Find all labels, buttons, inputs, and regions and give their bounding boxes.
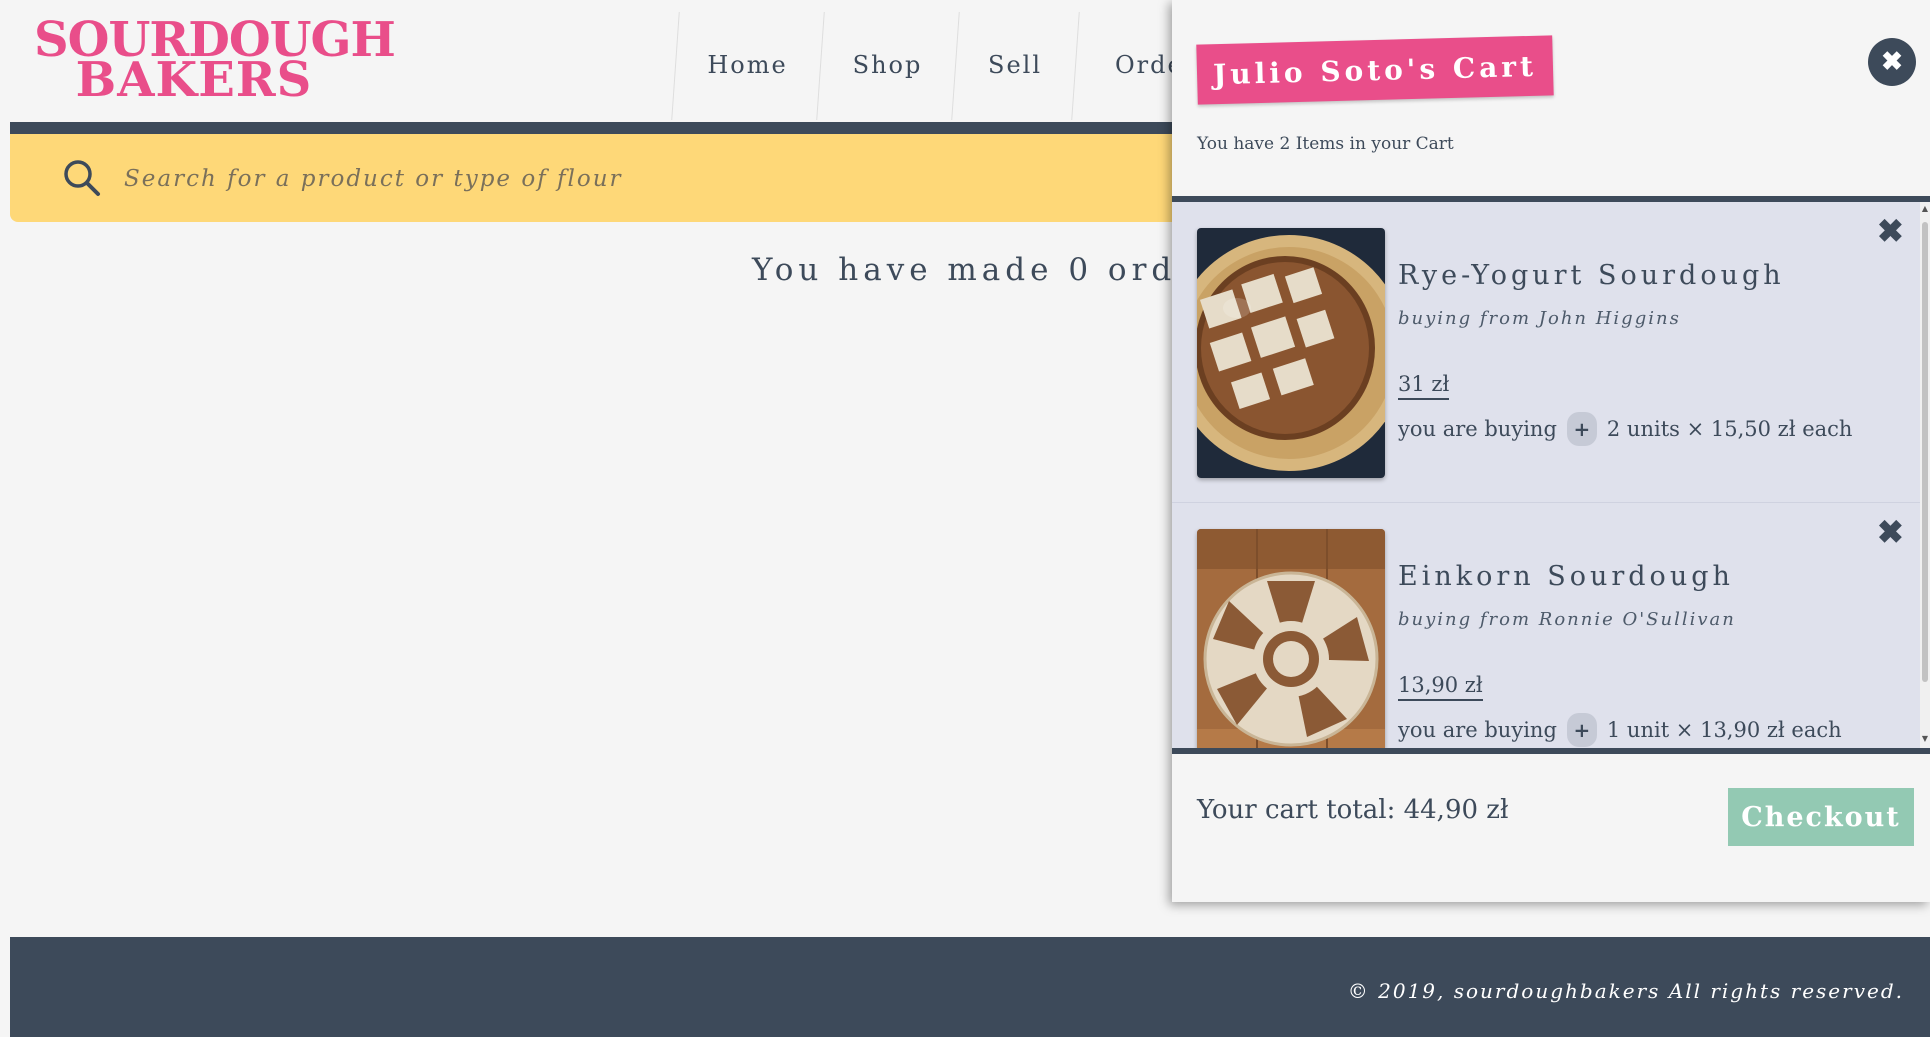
- checkout-button[interactable]: Checkout: [1728, 788, 1914, 846]
- cart-title: Julio Soto's Cart: [1212, 49, 1538, 91]
- cart-scrollbar-thumb[interactable]: [1922, 222, 1928, 682]
- quantity-text: 1 unit × 13,90 zł each: [1606, 718, 1842, 742]
- item-price: 13,90 zł: [1398, 673, 1483, 701]
- footer-copyright: © 2019, sourdoughbakers All rights reser…: [1347, 979, 1904, 1003]
- nav-sell-label: Sell: [988, 51, 1042, 79]
- item-name[interactable]: Rye-Yogurt Sourdough: [1398, 260, 1785, 291]
- cart-item-count: You have 2 Items in your Cart: [1197, 134, 1454, 154]
- scroll-up-icon[interactable]: ▲: [1920, 204, 1930, 214]
- item-quantity-row: you are buying + 1 unit × 13,90 zł each: [1398, 713, 1842, 747]
- item-seller: buying from Ronnie O'Sullivan: [1398, 609, 1736, 630]
- buying-label: you are buying: [1398, 417, 1557, 441]
- buying-label: you are buying: [1398, 718, 1557, 742]
- cart-items-bottom-divider: [1172, 748, 1930, 754]
- nav-home[interactable]: Home: [671, 10, 820, 120]
- cart-item: ✖ Einkorn Sourdough buying from Ronnie O…: [1172, 502, 1920, 748]
- remove-icon[interactable]: ✖: [1877, 515, 1904, 549]
- nav-sell[interactable]: Sell: [951, 10, 1075, 120]
- footer: © 2019, sourdoughbakers All rights reser…: [10, 937, 1930, 1037]
- cart-item: ✖ Rye-Yogurt Sourdough buying from John …: [1172, 202, 1920, 502]
- item-name[interactable]: Einkorn Sourdough: [1398, 561, 1734, 592]
- cart-panel: Julio Soto's Cart ✖ You have 2 Items in …: [1172, 0, 1930, 902]
- item-quantity-row: you are buying + 2 units × 15,50 zł each: [1398, 412, 1852, 446]
- logo-line-2: BAKERS: [75, 52, 313, 108]
- increase-quantity-button[interactable]: +: [1566, 412, 1597, 446]
- main-nav: Home Shop Sell Orde: [671, 10, 1195, 120]
- nav-shop[interactable]: Shop: [816, 10, 955, 120]
- cart-items-list[interactable]: ✖ Rye-Yogurt Sourdough buying from John …: [1172, 202, 1920, 748]
- search-input[interactable]: [122, 156, 1026, 202]
- einkorn-bread-photo: [1197, 529, 1385, 748]
- item-price: 31 zł: [1398, 372, 1450, 400]
- search-icon[interactable]: [62, 158, 102, 198]
- remove-icon[interactable]: ✖: [1877, 214, 1904, 248]
- close-icon[interactable]: ✖: [1868, 38, 1916, 86]
- orders-heading: You have made 0 orders: [752, 252, 1241, 288]
- cart-total: Your cart total: 44,90 zł: [1197, 795, 1509, 825]
- rye-yogurt-bread-photo: [1197, 228, 1385, 478]
- cart-title-box: Julio Soto's Cart: [1196, 35, 1554, 105]
- increase-quantity-button[interactable]: +: [1566, 713, 1597, 747]
- quantity-text: 2 units × 15,50 zł each: [1606, 417, 1853, 441]
- nav-shop-label: Shop: [852, 51, 923, 79]
- item-seller: buying from John Higgins: [1398, 308, 1681, 329]
- scroll-down-icon[interactable]: ▼: [1920, 734, 1930, 744]
- nav-home-label: Home: [707, 51, 788, 79]
- nav-divider: [671, 12, 680, 120]
- site-logo[interactable]: SOURDOUGH BAKERS: [34, 16, 396, 108]
